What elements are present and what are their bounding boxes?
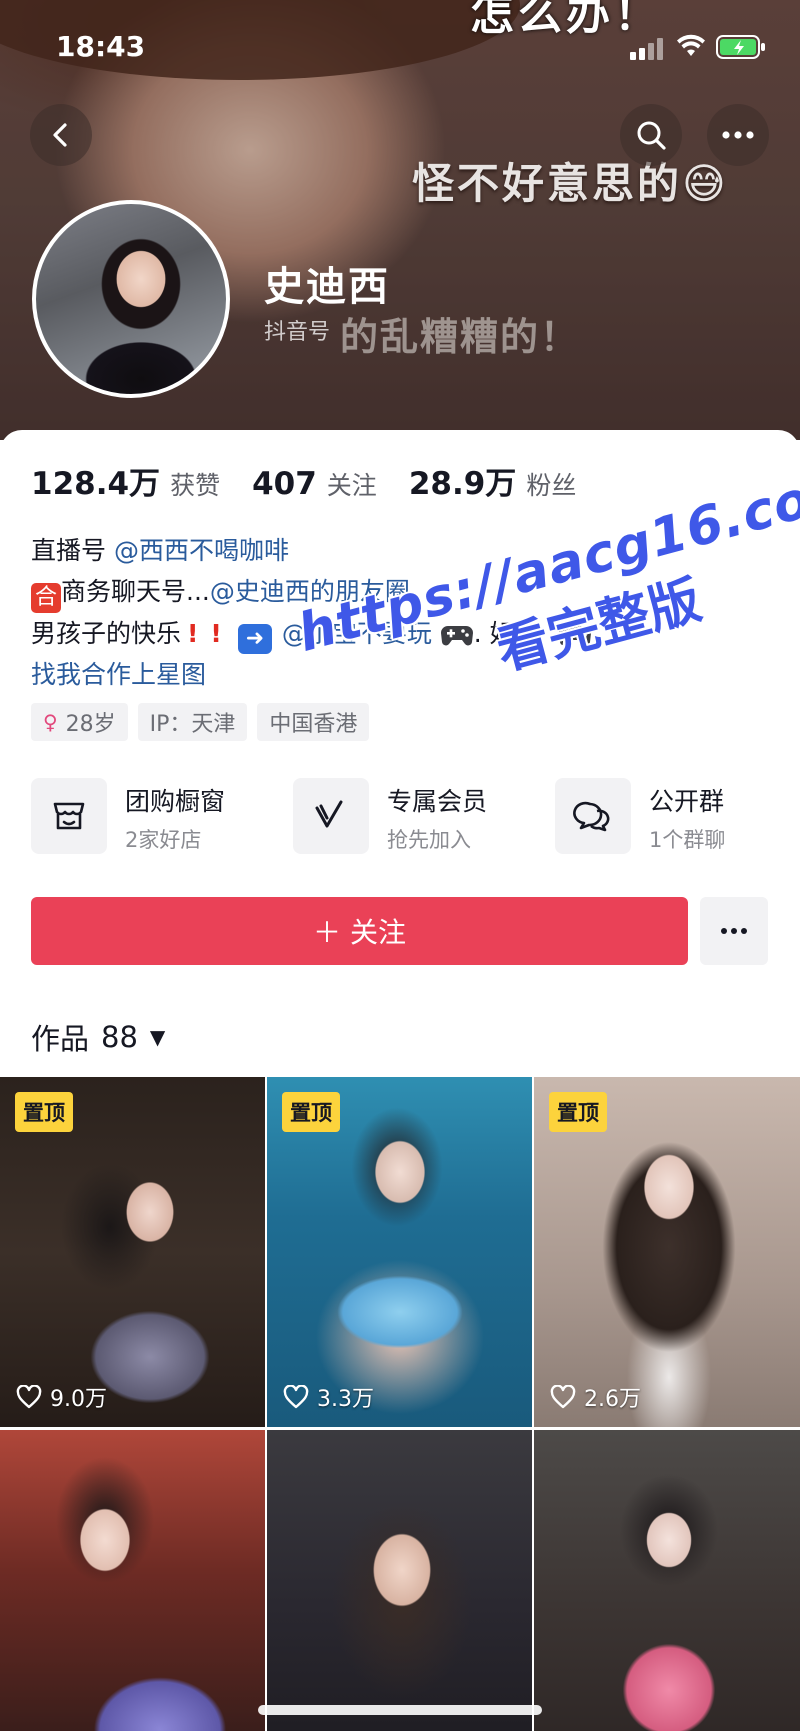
he-badge-icon: 合: [31, 583, 61, 613]
status-time: 18:43: [56, 30, 146, 63]
heart-icon: [16, 1385, 42, 1409]
tab-works[interactable]: 作品 88 ▼: [31, 1016, 165, 1058]
bio-line-fun: 男孩子的快乐!! ➜ @小宝不要玩 . 好玩: [31, 613, 592, 654]
bio-mention-live[interactable]: @西西不喝咖啡: [114, 536, 289, 565]
pinned-badge: 置顶: [15, 1092, 73, 1132]
bio-text: 商务聊天号...: [61, 577, 210, 606]
profile-stats: 128.4万 获赞 407 关注 28.9万 粉丝: [31, 458, 608, 503]
tag-text: 28岁: [65, 712, 116, 737]
pinned-badge: 置顶: [282, 1092, 340, 1132]
service-title: 专属会员: [387, 787, 488, 816]
search-button[interactable]: [620, 104, 682, 166]
stat-label: 粉丝: [526, 471, 577, 500]
profile-name: 史迪西: [264, 264, 390, 310]
cellular-signal-icon: [630, 38, 666, 60]
avatar[interactable]: [32, 200, 230, 398]
like-count-text: 2.6万: [584, 1387, 641, 1412]
service-title: 公开群: [649, 787, 725, 816]
service-public-group[interactable]: 公开群 1个群聊: [555, 778, 775, 858]
service-title: 团购橱窗: [125, 787, 226, 816]
tag-location: 中国香港: [257, 703, 370, 741]
wifi-icon: [677, 34, 705, 56]
tag-text: IP：天津: [149, 712, 236, 737]
service-vip-membership[interactable]: 专属会员 抢先加入: [293, 778, 533, 858]
works-grid: 置顶 9.0万 置顶 3.3万 置顶 2.6万: [0, 1077, 800, 1731]
status-bar: 18:43: [0, 0, 800, 96]
gamepad-icon: [558, 626, 591, 646]
video-tile[interactable]: 置顶 3.3万: [267, 1077, 532, 1427]
chevron-left-icon: [53, 123, 67, 147]
like-count: 3.3万: [283, 1381, 374, 1413]
bio-text: 直播号: [31, 536, 114, 565]
like-count: 9.0万: [16, 1381, 107, 1413]
stat-followers[interactable]: 28.9万 粉丝: [409, 458, 577, 503]
video-tile[interactable]: [0, 1430, 265, 1731]
service-group-buy-window[interactable]: 团购橱窗 2家好店: [31, 778, 271, 858]
chat-icon: [555, 778, 631, 854]
works-count: 88: [101, 1020, 138, 1054]
stat-value: 28.9万: [408, 466, 517, 502]
exclamation-icon: !: [210, 619, 222, 648]
female-icon: ♀: [43, 710, 58, 734]
like-count: 2.6万: [550, 1381, 641, 1413]
stat-value: 407: [252, 466, 317, 502]
stat-label: 关注: [326, 471, 377, 500]
more-options-button[interactable]: [707, 104, 769, 166]
exclamation-icon: !: [187, 619, 199, 648]
stat-label: 获赞: [170, 471, 221, 500]
right-arrow-icon: ➜: [237, 624, 272, 654]
follow-button[interactable]: ＋ 关注: [31, 897, 688, 965]
profile-bio: 直播号 @西西不喝咖啡 合商务聊天号...@史迪西的朋友圈 男孩子的快乐!! ➜ @…: [31, 530, 592, 695]
bio-line-live: 直播号 @西西不喝咖啡: [31, 530, 592, 571]
search-icon: [637, 121, 666, 150]
vip-icon: [293, 778, 369, 854]
back-button[interactable]: [30, 104, 92, 166]
service-entries: 团购橱窗 2家好店 专属会员 抢先加入 公开群 1个群聊: [31, 778, 771, 858]
tag-ip: IP：天津: [137, 703, 248, 741]
shop-icon: [31, 778, 107, 854]
like-count-text: 3.3万: [317, 1387, 374, 1412]
star-map-link[interactable]: 找我合作上星图: [31, 654, 592, 695]
stat-value: 128.4万: [31, 466, 161, 502]
more-dots-icon: [722, 131, 754, 139]
bio-text: . 好玩: [473, 619, 540, 648]
video-tile[interactable]: 置顶 9.0万: [0, 1077, 265, 1427]
caret-down-icon: ▼: [149, 1025, 166, 1049]
service-subtitle: 1个群聊: [649, 828, 726, 852]
profile-tags: ♀ 28岁 IP：天津 中国香港: [31, 703, 370, 741]
video-tile[interactable]: [534, 1430, 800, 1731]
video-tile[interactable]: 置顶 2.6万: [534, 1077, 800, 1427]
more-actions-button[interactable]: [700, 897, 768, 965]
pinned-badge: 置顶: [549, 1092, 607, 1132]
douyin-id-label[interactable]: 抖音号: [264, 314, 330, 346]
profile-card: 128.4万 获赞 407 关注 28.9万 粉丝 直播号 @西西不喝咖啡 合商…: [0, 430, 800, 1731]
cover-caption: 怪不好意思的😅: [412, 159, 729, 208]
gamepad-icon: [440, 626, 473, 646]
more-dots-icon: [721, 928, 747, 934]
service-subtitle: 抢先加入: [387, 828, 471, 852]
bio-text: 男孩子的快乐: [31, 619, 182, 648]
bio-mention-friends[interactable]: @史迪西的朋友圈: [210, 577, 410, 606]
bio-line-business: 合商务聊天号...@史迪西的朋友圈: [31, 571, 592, 613]
works-tab-label: 作品: [31, 1022, 90, 1056]
stat-likes[interactable]: 128.4万 获赞: [31, 458, 220, 503]
cover-caption-bottom: 的乱糟糟的！: [340, 315, 581, 359]
home-indicator: [258, 1705, 542, 1715]
tag-age: ♀ 28岁: [31, 703, 128, 741]
heart-icon: [550, 1385, 576, 1409]
stat-following[interactable]: 407 关注: [252, 466, 377, 502]
video-tile[interactable]: [267, 1430, 532, 1731]
battery-charging-icon: [716, 35, 765, 59]
bio-mention-xiaobao[interactable]: @小宝不要玩: [282, 619, 432, 648]
tag-text: 中国香港: [269, 712, 358, 737]
heart-icon: [283, 1385, 309, 1409]
like-count-text: 9.0万: [50, 1387, 107, 1412]
service-subtitle: 2家好店: [125, 828, 202, 852]
